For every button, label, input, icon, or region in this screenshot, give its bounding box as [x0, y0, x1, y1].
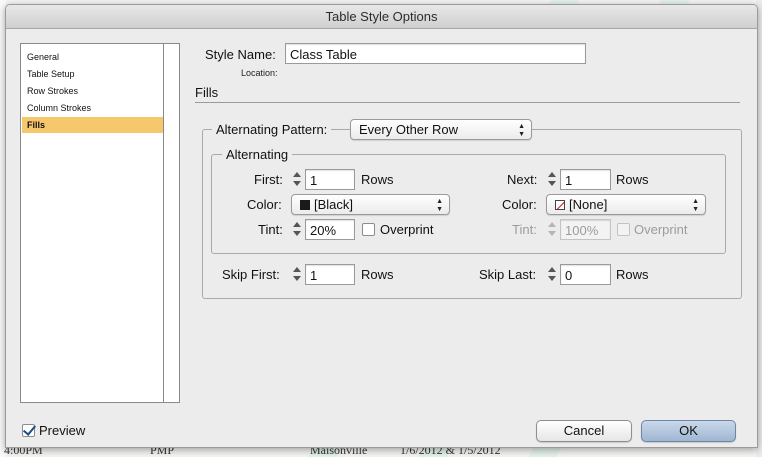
first-color-value: [Black]	[314, 197, 354, 212]
first-overprint-checkbox[interactable]	[362, 223, 375, 236]
stepper-up-icon[interactable]	[548, 267, 556, 272]
preview-label: Preview	[39, 423, 86, 438]
dialog-title: Table Style Options	[6, 5, 757, 29]
section-divider	[195, 102, 740, 103]
stepper-down-icon[interactable]	[293, 276, 301, 281]
section-title: Fills	[195, 85, 219, 100]
next-color-label: Color:	[502, 197, 537, 212]
sidebar-item-general[interactable]: General	[22, 49, 163, 65]
sidebar-item-fills[interactable]: Fills	[22, 117, 163, 133]
skip-last-unit: Rows	[616, 267, 649, 282]
first-stepper[interactable]	[291, 169, 304, 190]
first-tint-label: Tint:	[258, 222, 283, 237]
skip-first-input[interactable]: 1	[305, 264, 355, 285]
next-tint-input[interactable]: 100%	[560, 219, 611, 240]
ok-button[interactable]: OK	[641, 420, 736, 442]
category-list: General Table Setup Row Strokes Column S…	[20, 43, 180, 403]
stepper-up-icon[interactable]	[293, 222, 301, 227]
chevron-updown-icon: ▲ ▼	[518, 123, 525, 138]
next-rows-input[interactable]: 1	[560, 169, 611, 190]
skip-first-unit: Rows	[361, 267, 394, 282]
stepper-down-icon[interactable]	[293, 231, 301, 236]
first-color-label: Color:	[247, 197, 282, 212]
alternating-pattern-label: Alternating Pattern:	[212, 122, 332, 137]
alternating-group-title: Alternating	[222, 147, 293, 162]
location-label: Location:	[241, 68, 278, 78]
stepper-down-icon[interactable]	[293, 181, 301, 186]
chevron-updown-icon: ▲ ▼	[436, 198, 443, 213]
first-overprint-label: Overprint	[380, 222, 434, 237]
alternating-pattern-value: Every Other Row	[359, 122, 458, 137]
first-tint-stepper[interactable]	[291, 219, 304, 240]
sidebar-item-table-setup[interactable]: Table Setup	[22, 66, 163, 82]
first-rows-input[interactable]: 1	[305, 169, 355, 190]
first-tint-input[interactable]: 20%	[305, 219, 355, 240]
style-name-label: Style Name:	[205, 47, 276, 62]
next-color-dropdown[interactable]: [None] ▲ ▼	[546, 194, 706, 215]
first-label: First:	[254, 172, 283, 187]
first-color-dropdown[interactable]: [Black] ▲ ▼	[291, 194, 450, 215]
alternating-pattern-dropdown[interactable]: Every Other Row ▲ ▼	[350, 119, 532, 140]
stepper-down-icon[interactable]	[548, 181, 556, 186]
next-overprint-checkbox[interactable]	[617, 223, 630, 236]
black-swatch-icon	[300, 200, 310, 210]
stepper-up-icon[interactable]	[293, 267, 301, 272]
next-tint-stepper[interactable]	[546, 219, 559, 240]
stepper-down-icon[interactable]	[548, 276, 556, 281]
stepper-up-icon[interactable]	[548, 172, 556, 177]
stepper-down-icon[interactable]	[548, 231, 556, 236]
cancel-button[interactable]: Cancel	[536, 420, 632, 442]
style-name-input[interactable]: Class Table	[285, 43, 586, 64]
stepper-up-icon[interactable]	[548, 222, 556, 227]
skip-last-stepper[interactable]	[546, 264, 559, 285]
skip-last-label: Skip Last:	[479, 267, 537, 282]
first-rows-unit: Rows	[361, 172, 394, 187]
sidebar-item-row-strokes[interactable]: Row Strokes	[22, 83, 163, 99]
stepper-up-icon[interactable]	[293, 172, 301, 177]
next-tint-label: Tint:	[512, 222, 537, 237]
none-swatch-icon	[555, 200, 565, 210]
next-stepper[interactable]	[546, 169, 559, 190]
skip-first-stepper[interactable]	[291, 264, 304, 285]
table-style-options-dialog: Table Style Options General Table Setup …	[5, 4, 758, 448]
next-rows-unit: Rows	[616, 172, 649, 187]
list-scroll-divider	[163, 44, 164, 402]
chevron-updown-icon: ▲ ▼	[692, 198, 699, 213]
sidebar-item-column-strokes[interactable]: Column Strokes	[22, 100, 163, 116]
preview-checkbox[interactable]	[22, 424, 35, 437]
next-label: Next:	[507, 172, 538, 187]
next-overprint-label: Overprint	[634, 222, 688, 237]
next-color-value: [None]	[569, 197, 608, 212]
skip-last-input[interactable]: 0	[560, 264, 611, 285]
skip-first-label: Skip First:	[222, 267, 280, 282]
